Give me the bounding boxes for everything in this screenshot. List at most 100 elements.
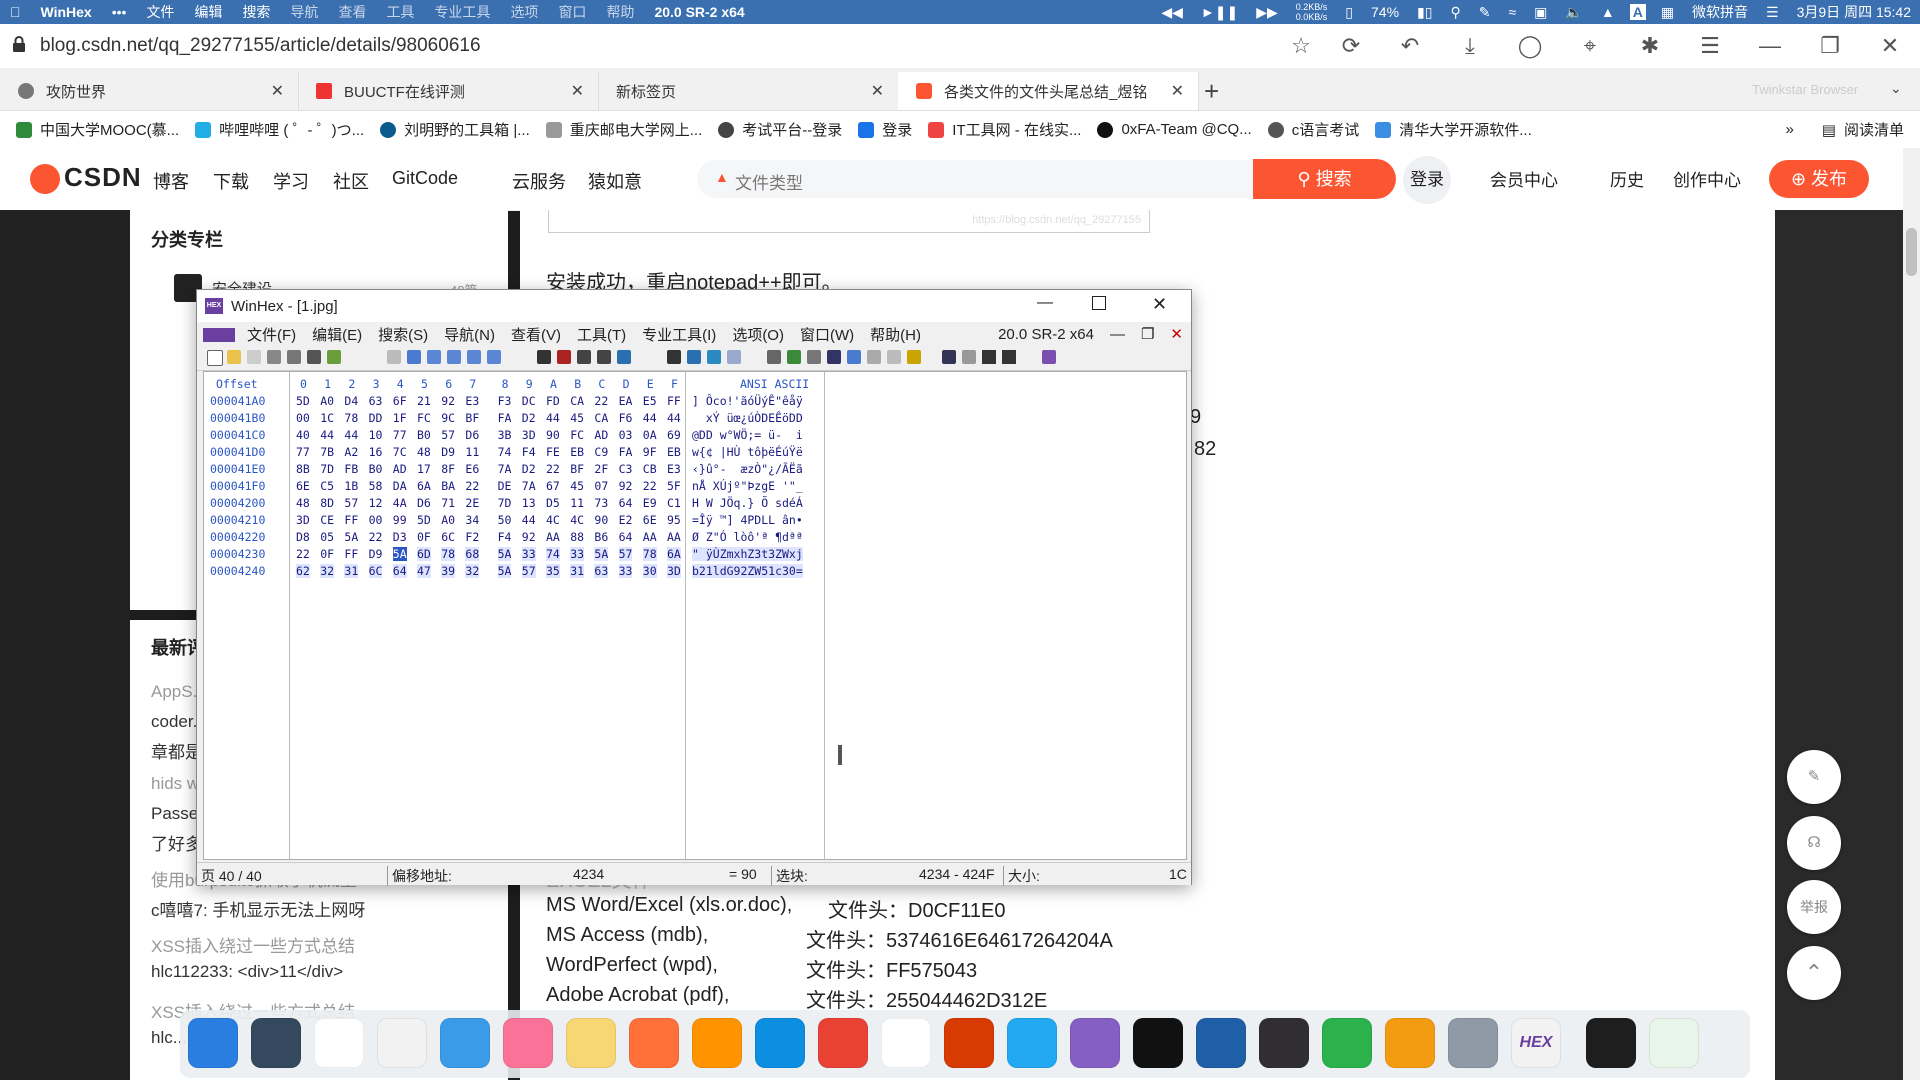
pen-icon[interactable]: ✎ — [1470, 4, 1500, 21]
everything-search-icon[interactable] — [1385, 1018, 1435, 1068]
undo-icon[interactable]: ↶ — [1396, 34, 1424, 58]
hex-byte[interactable]: BF — [465, 411, 479, 425]
hex-byte[interactable]: 4A — [393, 496, 407, 510]
hex-byte[interactable]: D6 — [465, 428, 479, 442]
firefox-dev-icon[interactable] — [692, 1018, 742, 1068]
close-tab-icon[interactable]: ✕ — [571, 81, 584, 101]
hex-byte[interactable]: FB — [344, 462, 358, 476]
hex-byte[interactable]: EB — [570, 445, 584, 459]
hex-byte[interactable]: 77 — [393, 428, 407, 442]
notes-star-icon[interactable] — [566, 1018, 616, 1068]
gear-tools-icon[interactable] — [907, 350, 921, 364]
visual-studio-icon[interactable] — [1070, 1018, 1120, 1068]
hex-byte[interactable]: 1C — [320, 411, 334, 425]
offset-cell[interactable]: 00004230 — [210, 547, 265, 561]
hex-byte[interactable]: 7A — [498, 462, 512, 476]
hex-byte[interactable]: 22 — [546, 462, 560, 476]
crop-icon[interactable]: ⌖ — [1576, 34, 1604, 58]
hex-byte[interactable]: 67 — [546, 479, 560, 493]
ascii-cell[interactable]: xÝ üœ¿úÒDEÊöDD — [692, 411, 803, 425]
tab-gongfang[interactable]: 攻防世界 ✕ — [0, 72, 299, 110]
hex-byte[interactable]: 5D — [417, 513, 431, 527]
input-source-icon[interactable]: A — [1629, 4, 1646, 20]
hex-byte[interactable]: 68 — [465, 547, 480, 561]
hex-byte[interactable]: 99 — [393, 513, 407, 527]
hex-byte[interactable]: 3D — [667, 564, 681, 578]
bilibili-icon[interactable] — [503, 1018, 553, 1068]
offset-cell[interactable]: 000041E0 — [210, 462, 265, 476]
media-prev-icon[interactable]: ◀◀ — [1152, 4, 1192, 21]
search-button[interactable]: ⚲ 搜索 — [1253, 159, 1396, 199]
hex-byte[interactable]: 7D — [320, 462, 334, 476]
hex-byte[interactable]: 7A — [522, 479, 536, 493]
hex-byte[interactable]: 5A — [497, 547, 512, 561]
hex-byte[interactable]: A0 — [441, 513, 455, 527]
replace-text-icon[interactable] — [577, 350, 591, 364]
hex-byte[interactable]: 32 — [320, 564, 335, 578]
intellij-icon[interactable] — [1133, 1018, 1183, 1068]
bookmark-tsinghua[interactable]: 清华大学开源软件... — [1375, 119, 1532, 140]
hex-byte[interactable]: 71 — [441, 496, 455, 510]
ascii-cell[interactable]: ‹}û°- æzÒ"¿/ÃËã — [692, 462, 803, 476]
tab-new[interactable]: 新标签页 ✕ — [598, 72, 899, 110]
hex-byte[interactable]: FC — [570, 428, 584, 442]
hex-byte[interactable]: 2F — [594, 462, 608, 476]
hex-byte[interactable]: 11 — [570, 496, 584, 510]
menubar-item-window[interactable]: 窗口 — [548, 2, 596, 22]
tab-list-chevron-icon[interactable]: ⌄ — [1890, 80, 1902, 97]
hex-byte[interactable]: 6E — [296, 479, 310, 493]
media-play-icon[interactable]: ►❚❚ — [1192, 4, 1247, 21]
hex-byte[interactable]: 0A — [643, 428, 657, 442]
ascii-cell[interactable]: ] Ôco!'ãóÜýÊ"êåÿ — [692, 394, 803, 408]
hex-byte[interactable]: 50 — [498, 513, 512, 527]
ram-icon[interactable] — [787, 350, 801, 364]
offset-cell[interactable]: 000041C0 — [210, 428, 265, 442]
hex-byte[interactable]: 6C — [441, 530, 455, 544]
restore-icon[interactable]: ❐ — [1816, 34, 1844, 58]
hex-byte[interactable]: 05 — [320, 530, 334, 544]
clipboard-icon[interactable] — [487, 350, 501, 364]
nav-create[interactable]: 创作中心 — [1673, 166, 1741, 191]
hex-byte[interactable]: 0F — [417, 530, 431, 544]
close-icon[interactable]: ✕ — [1876, 34, 1904, 58]
hex-byte[interactable]: DA — [393, 479, 407, 493]
winhex-menu-search[interactable]: 搜索(S) — [370, 324, 436, 345]
close-tab-icon[interactable]: ✕ — [271, 81, 284, 101]
nav-vip[interactable]: 会员中心 — [1490, 166, 1558, 191]
notification-icon[interactable]: ▲ — [1592, 4, 1624, 20]
download-icon[interactable]: ⤓ — [1456, 34, 1484, 58]
hex-byte[interactable]: 48 — [296, 496, 310, 510]
hex-byte[interactable]: 63 — [369, 394, 383, 408]
nav-cloud[interactable]: 云服务 — [512, 168, 566, 194]
wechat-icon[interactable] — [377, 1018, 427, 1068]
paste-icon[interactable] — [447, 350, 461, 364]
qq-icon[interactable] — [314, 1018, 364, 1068]
nav-community[interactable]: 社区 — [333, 168, 369, 194]
winhex-menu-window[interactable]: 窗口(W) — [792, 324, 862, 345]
winhex-minimize-icon[interactable]: — — [1037, 294, 1053, 312]
menubar-item-help[interactable]: 帮助 — [596, 2, 644, 22]
hex-byte[interactable]: 33 — [618, 564, 633, 578]
disk-icon[interactable] — [287, 350, 301, 364]
hex-byte[interactable]: A0 — [320, 394, 334, 408]
hex-byte[interactable]: 8B — [296, 462, 310, 476]
hex-byte[interactable]: AA — [667, 530, 681, 544]
hex-byte[interactable]: F4 — [498, 530, 512, 544]
menubar-item-view[interactable]: 查看 — [328, 2, 376, 22]
hex-byte[interactable]: 88 — [570, 530, 584, 544]
winhex-close-icon[interactable]: ✕ — [1152, 294, 1167, 315]
tab-buuctf[interactable]: BUUCTF在线评测 ✕ — [298, 72, 599, 110]
menubar-item-file[interactable]: 文件 — [136, 2, 184, 22]
hex-byte[interactable]: 5A — [392, 547, 407, 561]
hex-byte[interactable]: CA — [594, 411, 608, 425]
hex-byte[interactable]: F3 — [498, 394, 512, 408]
menubar-item-options[interactable]: 选项 — [500, 2, 548, 22]
hex-byte[interactable]: 5F — [667, 479, 681, 493]
offset-cell[interactable]: 00004200 — [210, 496, 265, 510]
copy-icon[interactable] — [407, 350, 421, 364]
offset-cell[interactable]: 000041B0 — [210, 411, 265, 425]
hex-byte[interactable]: FD — [546, 394, 560, 408]
hex-byte[interactable]: 57 — [344, 496, 358, 510]
hex-byte[interactable]: 64 — [619, 496, 633, 510]
close-tab-icon[interactable]: ✕ — [1171, 81, 1184, 101]
